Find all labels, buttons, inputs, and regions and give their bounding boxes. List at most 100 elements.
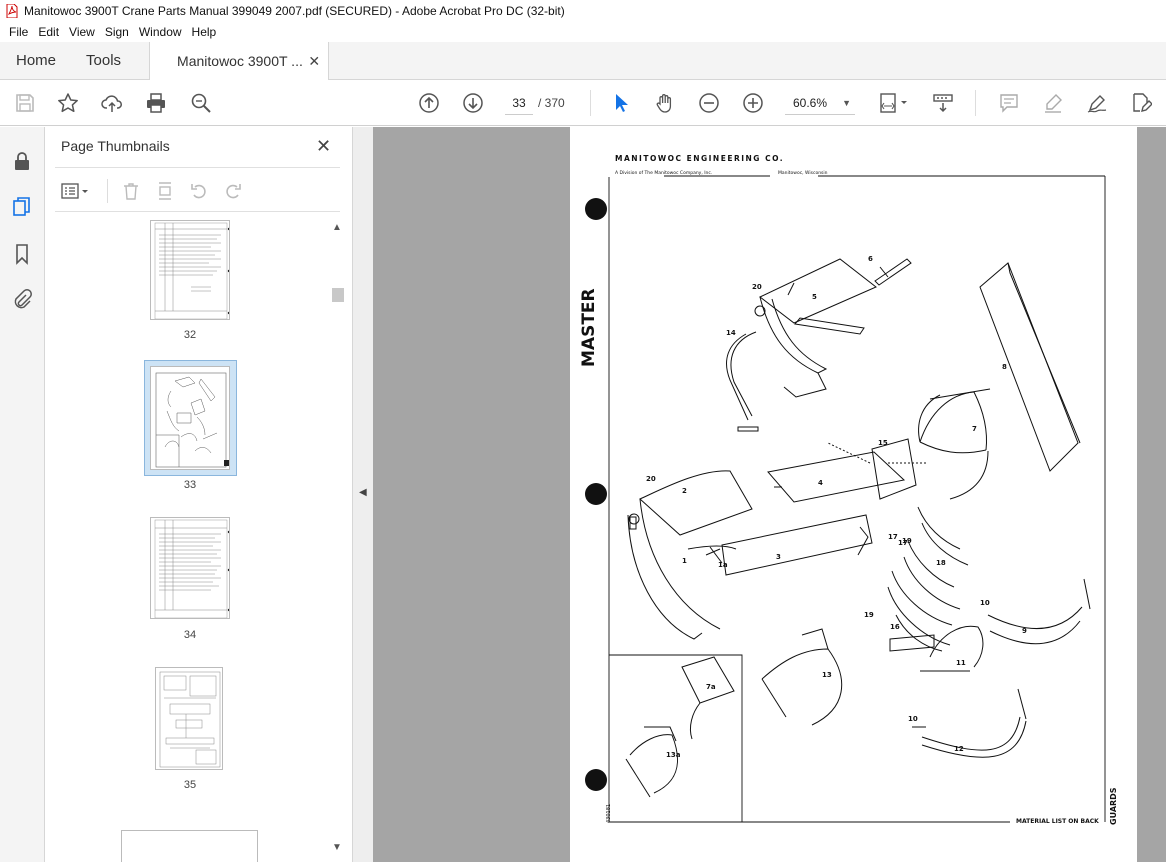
page-thumbnails-panel: Page Thumbnails ✕ 32 33 34 35 ▲ ▼: [45, 127, 352, 862]
total-pages: / 370: [538, 96, 565, 110]
rotate-right-icon[interactable]: [221, 179, 245, 203]
current-page-input[interactable]: 33: [505, 91, 533, 115]
part-label-12: 12: [954, 745, 964, 753]
menu-help[interactable]: Help: [187, 25, 222, 39]
thumbnail-scrollbar[interactable]: ▲ ▼: [330, 220, 346, 860]
window-title-bar: Manitowoc 3900T Crane Parts Manual 39904…: [0, 0, 1166, 22]
attachment-icon[interactable]: [9, 287, 35, 313]
part-label-6: 6: [868, 255, 873, 263]
fit-page-icon[interactable]: [876, 90, 912, 116]
part-label-1: 1: [682, 557, 687, 565]
tab-document[interactable]: Manitowoc 3900T ... ✕: [149, 42, 330, 80]
acrobat-logo-icon: [6, 4, 18, 18]
part-label-5: 5: [812, 293, 817, 301]
scroll-up-arrow-icon[interactable]: ▲: [332, 222, 342, 233]
edit-pdf-icon[interactable]: [1128, 90, 1154, 116]
scrollbar-thumb[interactable]: [332, 288, 344, 302]
part-label-18: 18: [936, 559, 946, 567]
part-label-17-left: 17: [888, 533, 898, 541]
part-label-19-right: 19: [902, 537, 912, 545]
delete-page-icon[interactable]: [119, 179, 143, 203]
part-label-14: 14: [726, 329, 736, 337]
part-label-15: 15: [878, 439, 888, 447]
page-thumbnail-32[interactable]: [150, 220, 230, 320]
part-label-9: 9: [1022, 627, 1027, 635]
document-viewer[interactable]: MANITOWOC ENGINEERING CO. A Division of …: [373, 127, 1166, 862]
menu-sign[interactable]: Sign: [100, 25, 134, 39]
menu-window[interactable]: Window: [134, 25, 187, 39]
star-icon[interactable]: [55, 90, 81, 116]
thumbnail-label-34: 34: [183, 629, 197, 641]
toolbar-divider: [590, 90, 591, 116]
collapse-arrow-icon[interactable]: ◀: [359, 487, 367, 498]
page-up-icon[interactable]: [416, 90, 442, 116]
menu-edit[interactable]: Edit: [33, 25, 64, 39]
save-icon[interactable]: [12, 90, 38, 116]
tab-bar: Home Tools Manitowoc 3900T ... ✕: [0, 42, 1166, 80]
zoom-out-icon[interactable]: [696, 90, 722, 116]
part-label-20-upper: 20: [752, 283, 762, 291]
upload-icon[interactable]: [99, 90, 125, 116]
scroll-mode-icon[interactable]: [930, 90, 956, 116]
part-label-19-left: 19: [864, 611, 874, 619]
part-label-3: 3: [776, 553, 781, 561]
comment-icon[interactable]: [996, 90, 1022, 116]
menu-view[interactable]: View: [64, 25, 100, 39]
part-label-20-lower: 20: [646, 475, 656, 483]
menu-bar: File Edit View Sign Window Help: [0, 22, 1166, 42]
print-icon[interactable]: [143, 90, 169, 116]
lock-icon[interactable]: [9, 148, 35, 174]
thumbnail-label-32: 32: [183, 329, 197, 341]
part-label-1a: 1a: [718, 561, 728, 569]
scroll-down-arrow-icon[interactable]: ▼: [332, 842, 342, 853]
tab-document-label: Manitowoc 3900T ...: [177, 53, 303, 69]
pages-icon[interactable]: [9, 194, 35, 220]
pdf-page: MANITOWOC ENGINEERING CO. A Division of …: [570, 127, 1137, 862]
toolbar-divider: [975, 90, 976, 116]
panel-title: Page Thumbnails: [61, 138, 170, 154]
part-label-2: 2: [682, 487, 687, 495]
navigation-rail: [0, 127, 45, 862]
select-cursor-icon[interactable]: [608, 90, 634, 116]
page-thumbnail-34[interactable]: [150, 517, 230, 619]
part-label-10-lower: 10: [908, 715, 918, 723]
part-label-4: 4: [818, 479, 823, 487]
insert-page-icon[interactable]: [153, 179, 177, 203]
menu-file[interactable]: File: [4, 25, 33, 39]
thumbnail-content: [154, 222, 229, 319]
part-label-11: 11: [956, 659, 966, 667]
zoom-search-icon[interactable]: [188, 90, 214, 116]
thumbnail-content: [159, 671, 221, 768]
page-thumbnail-36[interactable]: [121, 830, 258, 862]
part-label-10-upper: 10: [980, 599, 990, 607]
close-panel-icon[interactable]: ✕: [316, 136, 331, 157]
tab-home[interactable]: Home: [0, 41, 72, 79]
part-label-16: 16: [890, 623, 900, 631]
thumbnail-content: [154, 519, 229, 618]
tab-tools[interactable]: Tools: [72, 41, 149, 79]
window-title: Manitowoc 3900T Crane Parts Manual 39904…: [24, 4, 565, 18]
thumbnail-content: [155, 372, 229, 468]
part-label-13: 13: [822, 671, 832, 679]
zoom-in-icon[interactable]: [740, 90, 766, 116]
zoom-level-select[interactable]: 60.6% ▼: [785, 91, 855, 115]
sign-pen-icon[interactable]: [1084, 90, 1110, 116]
part-label-8: 8: [1002, 363, 1007, 371]
part-label-13a: 13a: [666, 751, 681, 759]
page-thumbnail-33[interactable]: [150, 366, 230, 470]
part-label-7: 7: [972, 425, 977, 433]
page-down-icon[interactable]: [460, 90, 486, 116]
part-label-7a: 7a: [706, 683, 716, 691]
thumbnail-options-icon[interactable]: [59, 179, 93, 203]
highlight-icon[interactable]: [1040, 90, 1066, 116]
close-tab-icon[interactable]: ✕: [308, 53, 320, 70]
page-thumbnail-35[interactable]: [155, 667, 223, 770]
thumbnail-label-35: 35: [183, 779, 197, 791]
parts-exploded-diagram: 1 1a 2 3 4 5 6 7 7a 8 9 10 10 11 12 13 1…: [585, 175, 1106, 823]
panel-collapse-strip[interactable]: ◀: [352, 127, 373, 862]
hand-icon[interactable]: [652, 90, 678, 116]
rotate-left-icon[interactable]: [187, 179, 211, 203]
bookmark-icon[interactable]: [9, 241, 35, 267]
thumbnail-label-33: 33: [183, 479, 197, 491]
panel-divider: [55, 167, 340, 168]
